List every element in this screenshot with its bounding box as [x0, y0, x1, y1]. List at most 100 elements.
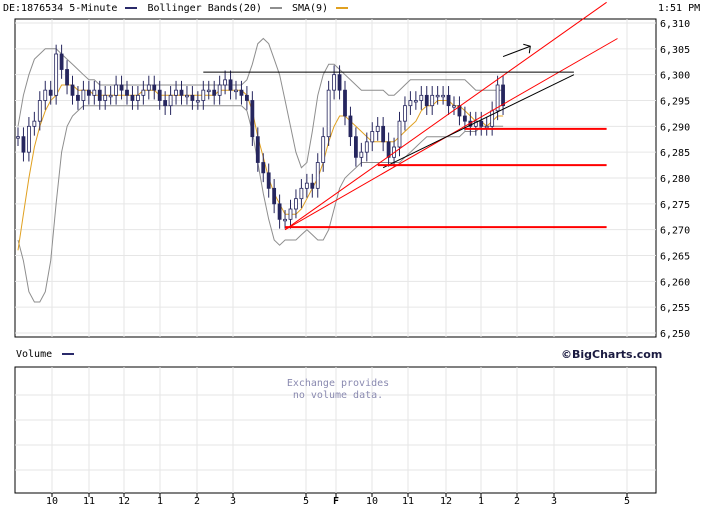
price-bar-body [250, 100, 255, 138]
x-tick-label: 10 [46, 496, 58, 507]
price-bar-body [386, 141, 391, 158]
price-bar-body [174, 89, 178, 96]
price-bar-body [348, 115, 353, 138]
time-label: 1:51 PM [658, 3, 701, 14]
price-bar-body [272, 187, 277, 205]
price-bar-body [244, 94, 249, 101]
price-bar-body [370, 131, 375, 143]
price-bar-body [135, 94, 140, 101]
x-tick-label: 11 [402, 496, 414, 507]
y-tick-label: 6,285 [660, 148, 690, 159]
price-bar-body [359, 151, 364, 158]
price-bar-body [190, 94, 195, 101]
volume-label: Volume [16, 349, 53, 360]
price-bar-body [490, 110, 495, 127]
price-bar-body [294, 198, 298, 210]
no-volume-message-line1: Exchange provides [286, 378, 390, 389]
price-bar-body [59, 53, 64, 70]
price-bar-body [70, 84, 75, 96]
price-bar-body [403, 105, 407, 122]
price-bar-body [43, 89, 48, 101]
price-bar-body [430, 94, 435, 107]
price-bar-body [255, 136, 260, 163]
y-tick-label: 6,260 [660, 277, 690, 288]
legend-bollinger-swatch [269, 7, 282, 9]
price-bar-body [146, 84, 151, 91]
price-bar-body [141, 89, 146, 96]
x-tick-label: 10 [366, 496, 378, 507]
price-bar-body [97, 89, 102, 101]
y-tick-label: 6,290 [660, 122, 690, 133]
chart-header: DE:1876534 5-Minute Bollinger Bands(20) … [3, 3, 349, 14]
bigcharts-brand[interactable]: ©BigCharts.com [561, 348, 662, 361]
x-tick-label: 5 [303, 496, 309, 507]
price-bar-body [130, 94, 135, 101]
price-bar-body [234, 89, 238, 93]
price-bar-body [343, 89, 347, 117]
price-bar-body [364, 141, 369, 153]
price-bar-body [299, 187, 304, 200]
price-bar-body [375, 125, 380, 132]
price-bar-body [195, 100, 200, 103]
price-bar-body [21, 136, 26, 153]
y-tick-label: 6,265 [660, 252, 690, 263]
price-bar-body [26, 125, 31, 153]
price-bar-body [337, 74, 342, 91]
symbol-swatch [125, 7, 138, 9]
price-bar-body [81, 89, 86, 101]
price-bar-body [119, 84, 124, 91]
price-bar-body [408, 100, 413, 107]
price-bar-body [228, 79, 233, 91]
price-bar-body [261, 162, 266, 174]
y-tick-label: 6,270 [660, 226, 690, 237]
price-bar-body [441, 94, 446, 98]
price-bar-body [315, 162, 320, 189]
x-tick-label: 2 [194, 496, 200, 507]
price-bar-body [310, 182, 315, 189]
price-bar-body [179, 89, 184, 96]
y-tick-label: 6,310 [660, 19, 690, 30]
price-bar-body [114, 84, 118, 96]
x-tick-label: F [333, 496, 339, 507]
chart-canvas: 6,250 6,255 6,260 6,265 6,270 6,275 6,280 6,285… [14, 1, 690, 507]
price-bar-body [452, 105, 456, 108]
price-bar-body [424, 94, 429, 107]
price-bar-body [37, 100, 42, 122]
price-bar-body [92, 89, 97, 96]
symbol-label: DE:1876534 [3, 3, 64, 14]
price-bar-body [239, 89, 244, 96]
x-tick-label: 11 [83, 496, 95, 507]
y-tick-label: 6,300 [660, 71, 690, 82]
y-tick-label: 6,275 [660, 200, 690, 211]
y-tick-label: 6,255 [660, 303, 690, 314]
y-tick-label: 6,305 [660, 45, 690, 56]
x-tick-label: 1 [157, 496, 163, 507]
y-tick-label: 6,280 [660, 174, 690, 185]
legend-sma-swatch [336, 7, 349, 9]
price-bar-body [332, 74, 337, 91]
price-bar-body [353, 136, 358, 158]
price-bar-body [76, 94, 80, 101]
price-bar-body [48, 89, 53, 96]
price-bar-body [168, 94, 173, 107]
x-axis-labels: 10 11 12 1 2 3 5 F 10 11 12 1 2 3 5 [46, 493, 630, 507]
price-bar-body [201, 89, 206, 101]
price-bar-body [16, 136, 20, 139]
price-bar-body [103, 94, 108, 101]
price-bar-body [157, 89, 162, 101]
x-tick-label: 12 [440, 496, 452, 507]
price-bar-body [65, 69, 69, 86]
price-bar-body [283, 218, 287, 222]
price-bar-body [212, 89, 217, 96]
legend-sma-label: SMA(9) [291, 3, 329, 14]
price-bar-body [152, 84, 157, 91]
x-tick-label: 3 [230, 496, 236, 507]
x-tick-label: 12 [118, 496, 130, 507]
price-bar-body [397, 120, 402, 148]
y-axis-labels: 6,250 6,255 6,260 6,265 6,270 6,275 6,280 6,285… [660, 19, 690, 340]
price-bar-body [54, 53, 59, 96]
legend-bollinger-label: Bollinger Bands(20) [147, 3, 262, 14]
volume-swatch [62, 353, 75, 355]
price-bar-body [108, 94, 113, 98]
price-bar-body [462, 115, 467, 122]
